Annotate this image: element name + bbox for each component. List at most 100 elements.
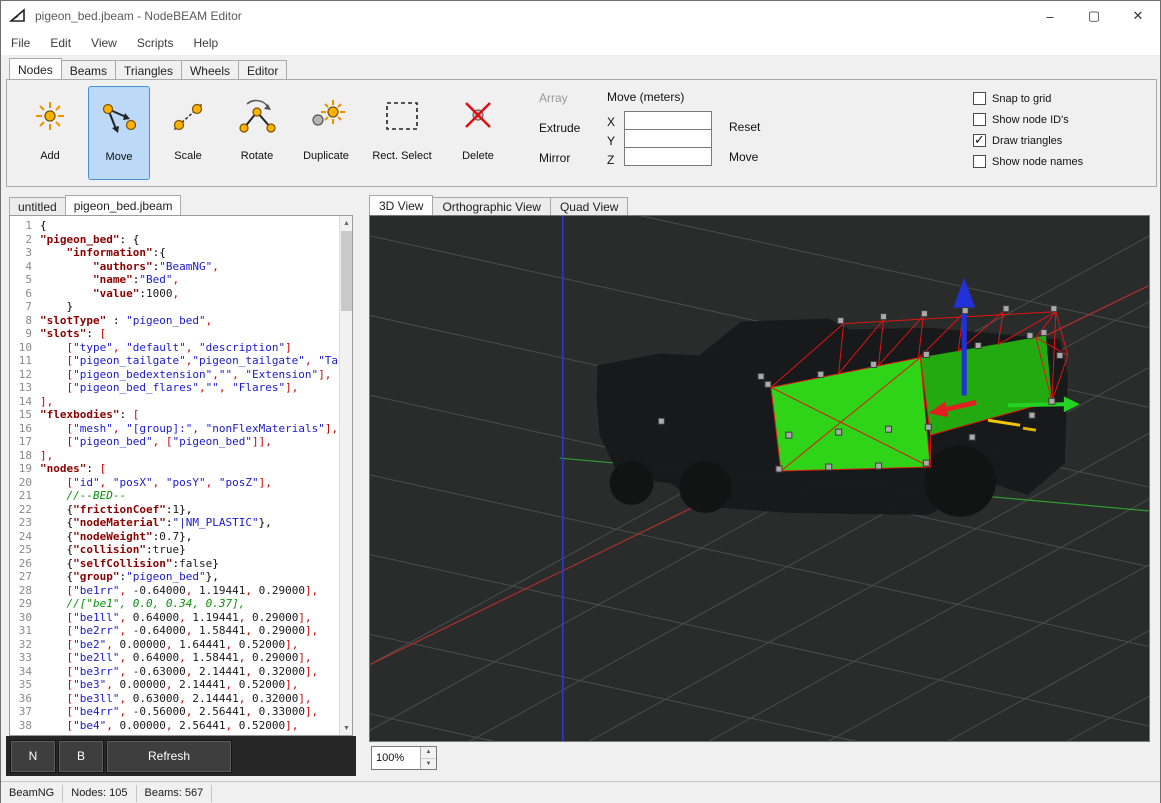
checkbox-box[interactable] bbox=[973, 155, 986, 168]
z-input[interactable] bbox=[624, 147, 712, 166]
3d-viewport[interactable] bbox=[369, 215, 1150, 742]
titlebar: pigeon_bed.jbeam - NodeBEAM Editor – ▢ ✕ bbox=[1, 1, 1160, 31]
delete-tool-button[interactable]: Delete bbox=[447, 86, 509, 180]
code-line: {"frictionCoef":1}, bbox=[40, 502, 193, 516]
menu-file[interactable]: File bbox=[11, 36, 30, 50]
rect-select-tool-label: Rect. Select bbox=[372, 150, 432, 162]
front-wheel bbox=[609, 461, 654, 505]
tab-untitled[interactable]: untitled bbox=[9, 197, 66, 215]
tab-wheels[interactable]: Wheels bbox=[180, 60, 239, 79]
code-line: ["id", "posX", "posY", "posZ"], bbox=[66, 475, 272, 489]
zoom-value[interactable]: 100% bbox=[372, 747, 420, 769]
checkbox-box[interactable] bbox=[973, 113, 986, 126]
code-line: ], bbox=[40, 448, 54, 462]
checkbox-box[interactable] bbox=[973, 92, 986, 105]
maximize-button[interactable]: ▢ bbox=[1072, 1, 1116, 31]
code-line: ["pigeon_bed", ["pigeon_bed"]], bbox=[66, 435, 272, 448]
3d-scene bbox=[370, 216, 1149, 741]
viewport-tabstrip: 3D View Orthographic View Quad View bbox=[369, 195, 629, 215]
tab-quad-view[interactable]: Quad View bbox=[549, 197, 629, 215]
viewport-bottom-bar: 100% ▲ ▼ bbox=[369, 746, 1150, 776]
rect-select-tool-button[interactable]: Rect. Select bbox=[364, 86, 440, 180]
rotate-tool-button[interactable]: Rotate bbox=[226, 86, 288, 180]
y-input[interactable] bbox=[624, 129, 712, 148]
spin-up-icon[interactable]: ▲ bbox=[421, 747, 436, 759]
refresh-button[interactable]: Refresh bbox=[106, 739, 232, 773]
status-app: BeamNG bbox=[1, 784, 64, 802]
minimize-button[interactable]: – bbox=[1028, 1, 1072, 31]
code-line: "name":"Bed", bbox=[92, 273, 180, 286]
extrude-button[interactable]: Extrude bbox=[539, 121, 580, 135]
menu-view[interactable]: View bbox=[91, 36, 117, 50]
scroll-up-icon[interactable]: ▲ bbox=[340, 216, 352, 230]
code-line: {"nodeMaterial":"|NM_PLASTIC"}, bbox=[40, 516, 272, 529]
nodes-n-button[interactable]: N bbox=[10, 739, 56, 773]
scroll-down-icon[interactable]: ▼ bbox=[340, 721, 352, 735]
spin-down-icon[interactable]: ▼ bbox=[421, 758, 436, 769]
code-line: } bbox=[40, 300, 74, 313]
tab-editor[interactable]: Editor bbox=[237, 60, 288, 79]
move-tool-button[interactable]: Move bbox=[88, 86, 150, 180]
delete-tool-label: Delete bbox=[462, 150, 494, 162]
scrollbar-thumb[interactable] bbox=[341, 231, 352, 311]
panel-splitter[interactable] bbox=[356, 195, 369, 776]
code-lines[interactable]: {"pigeon_bed": { "information":{ "author… bbox=[40, 219, 339, 735]
menu-edit[interactable]: Edit bbox=[50, 36, 71, 50]
x-input[interactable] bbox=[624, 111, 712, 130]
tab-triangles[interactable]: Triangles bbox=[115, 60, 182, 79]
code-line: "flexbodies": [ bbox=[40, 408, 140, 421]
tab-3d-view[interactable]: 3D View bbox=[369, 195, 434, 215]
code-line: ["be1rr", -0.64000, 1.19441, 0.29000], bbox=[66, 583, 319, 597]
add-tool-button[interactable]: Add bbox=[19, 86, 81, 180]
editor-tabstrip: untitled pigeon_bed.jbeam bbox=[9, 195, 182, 215]
window-title: pigeon_bed.jbeam - NodeBEAM Editor bbox=[35, 9, 242, 23]
code-editor[interactable]: 1 2 3 4 5 6 7 8 9 10 11 12 13 14 15 16 17 18 19 20 21 22 23 24 2… bbox=[9, 215, 353, 736]
rear-wheel bbox=[924, 445, 997, 517]
app-window: pigeon_bed.jbeam - NodeBEAM Editor – ▢ ✕… bbox=[0, 0, 1161, 803]
tab-beams[interactable]: Beams bbox=[60, 60, 117, 79]
duplicate-node-icon bbox=[312, 100, 345, 126]
array-group-label: Array bbox=[539, 91, 568, 105]
rect-select-icon bbox=[386, 102, 418, 130]
scale-tool-button[interactable]: Scale bbox=[157, 86, 219, 180]
beams-b-button[interactable]: B bbox=[58, 739, 104, 773]
draw-triangles-checkbox[interactable]: Draw triangles bbox=[973, 132, 1063, 148]
code-line: "pigeon_bed": { bbox=[40, 232, 140, 246]
scale-tool-label: Scale bbox=[174, 150, 202, 162]
code-line: {"group":"pigeon_bed"}, bbox=[40, 570, 219, 583]
code-line: //["be1", 0.0, 0.34, 0.37], bbox=[66, 597, 246, 610]
mirror-button[interactable]: Mirror bbox=[539, 151, 570, 165]
editor-scrollbar[interactable]: ▲ ▼ bbox=[339, 216, 352, 735]
code-line: ["be4", 0.00000, 2.56441, 0.52000], bbox=[66, 718, 299, 732]
menu-scripts[interactable]: Scripts bbox=[137, 36, 174, 50]
code-line: "slots": [ bbox=[40, 327, 107, 340]
snap-to-grid-checkbox[interactable]: Snap to grid bbox=[973, 92, 1051, 105]
duplicate-tool-button[interactable]: Duplicate bbox=[295, 86, 357, 180]
code-gutter: 1 2 3 4 5 6 7 8 9 10 11 12 13 14 15 16 17 18 19 20 21 22 23 24 2… bbox=[18, 219, 32, 732]
show-node-names-checkbox[interactable]: Show node names bbox=[973, 155, 1083, 168]
checkbox-box[interactable] bbox=[973, 132, 986, 148]
show-node-ids-checkbox[interactable]: Show node ID's bbox=[973, 113, 1069, 126]
draw-triangles-label: Draw triangles bbox=[992, 134, 1063, 147]
code-line: ["pigeon_tailgate","pigeon_tailgate", "T… bbox=[66, 354, 340, 367]
nodes-toolbar: Add Move Scale Rotate Duplicate Rect. Se… bbox=[6, 79, 1157, 187]
statusbar: BeamNG Nodes: 105 Beams: 567 bbox=[1, 781, 1160, 803]
move-tool-label: Move bbox=[105, 151, 133, 163]
z-axis-label: Z bbox=[607, 153, 615, 167]
tab-nodes[interactable]: Nodes bbox=[9, 58, 62, 79]
code-line: {"selfCollision":false} bbox=[40, 556, 219, 570]
move-button[interactable]: Move bbox=[729, 150, 758, 164]
x-axis-label: X bbox=[607, 115, 616, 129]
scale-node-icon bbox=[173, 103, 203, 131]
menu-help[interactable]: Help bbox=[194, 36, 219, 50]
reset-button[interactable]: Reset bbox=[729, 120, 760, 134]
code-line: ["be4rr", -0.56000, 2.56441, 0.33000], bbox=[66, 705, 319, 718]
zoom-spinner[interactable]: 100% ▲ ▼ bbox=[371, 746, 437, 770]
zoom-spin-buttons[interactable]: ▲ ▼ bbox=[420, 747, 436, 769]
code-line: ["be2ll", 0.64000, 1.58441, 0.29000], bbox=[66, 651, 312, 664]
tab-pigeon-bed-jbeam[interactable]: pigeon_bed.jbeam bbox=[64, 195, 182, 215]
tab-orthographic-view[interactable]: Orthographic View bbox=[432, 197, 551, 215]
show-node-ids-label: Show node ID's bbox=[992, 113, 1069, 126]
close-button[interactable]: ✕ bbox=[1116, 1, 1160, 31]
move-meters-label: Move (meters) bbox=[607, 90, 685, 104]
